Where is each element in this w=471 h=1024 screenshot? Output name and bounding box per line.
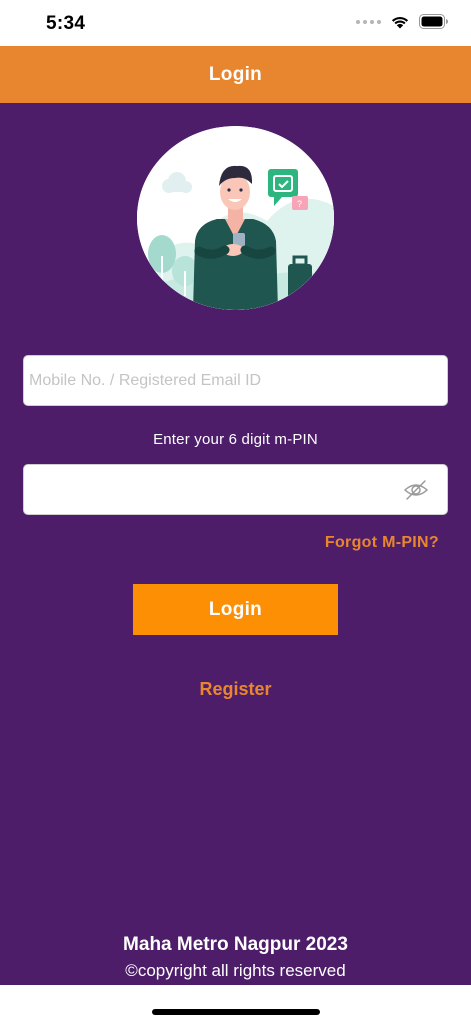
battery-icon	[419, 14, 448, 29]
status-icons	[356, 14, 449, 29]
footer-title: Maha Metro Nagpur 2023	[123, 934, 348, 955]
pin-label: Enter your 6 digit m-PIN	[153, 431, 318, 448]
mobile-email-input[interactable]	[24, 356, 447, 405]
svg-text:?: ?	[297, 199, 302, 209]
app-header: Login	[0, 46, 471, 103]
eye-slash-icon[interactable]	[403, 479, 429, 501]
mobile-email-field[interactable]	[23, 355, 448, 406]
status-time: 5:34	[46, 13, 86, 34]
mpin-field[interactable]	[23, 464, 448, 515]
mpin-input[interactable]	[24, 465, 447, 514]
login-illustration: ?	[137, 126, 334, 310]
page-title: Login	[208, 63, 263, 85]
signal-dots-icon	[356, 19, 381, 24]
footer-copyright: ©copyright all rights reserved	[125, 961, 346, 980]
wifi-icon	[391, 16, 409, 29]
forgot-mpin-link[interactable]: Forgot M-PIN?	[325, 534, 439, 552]
home-area	[0, 985, 471, 1024]
login-button[interactable]: Login	[133, 584, 338, 635]
status-bar: 5:34	[0, 0, 471, 46]
register-link[interactable]: Register	[0, 679, 471, 700]
home-indicator[interactable]	[152, 1009, 320, 1015]
login-panel: ? Enter your 6 digit m-PIN Forgot M-PIN?…	[0, 103, 471, 985]
